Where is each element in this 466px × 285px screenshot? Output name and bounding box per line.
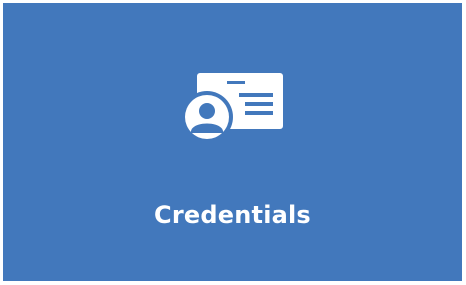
id-card-icon bbox=[181, 73, 283, 143]
tile-label: Credentials bbox=[154, 201, 311, 229]
credentials-tile[interactable]: Credentials bbox=[3, 3, 462, 281]
